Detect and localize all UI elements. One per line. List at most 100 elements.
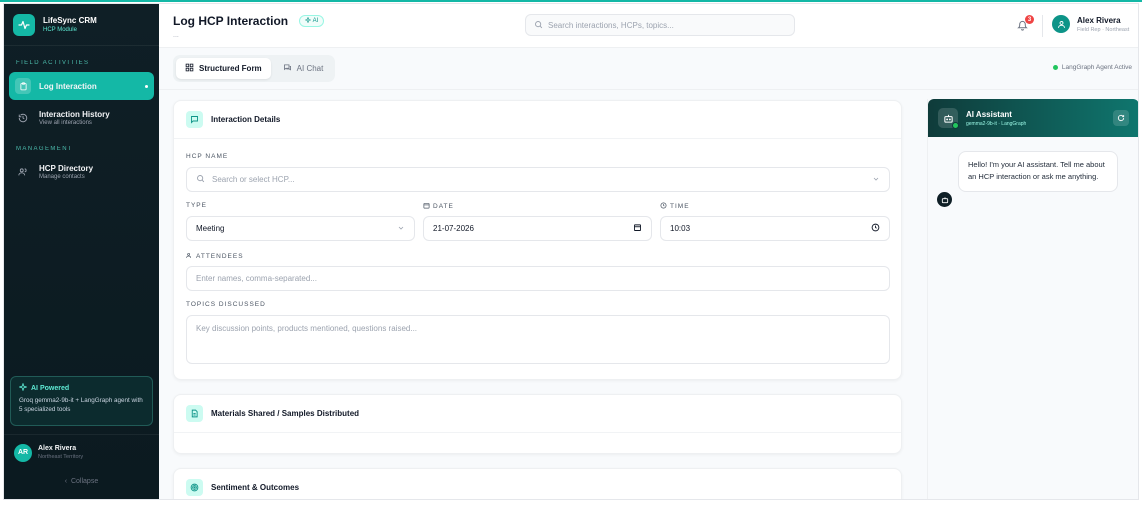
notification-badge: 3 <box>1025 15 1034 24</box>
sidebar-item-label: HCP Directory <box>39 164 94 173</box>
search-input[interactable]: Search interactions, HCPs, topics... <box>548 21 674 30</box>
users-icon <box>15 164 31 180</box>
sidebar-user[interactable]: AR Alex Rivera Northeast Territory <box>4 434 159 470</box>
tab-structured-form[interactable]: Structured Form <box>176 58 271 79</box>
top-accent-line <box>0 0 1142 2</box>
attendees-input[interactable]: Enter names, comma-separated... <box>196 274 317 283</box>
card-title: Sentiment & Outcomes <box>211 483 300 492</box>
section-label-field-activities: FIELD ACTIVITIES <box>16 60 90 66</box>
card-header[interactable]: Materials Shared / Samples Distributed <box>174 395 901 433</box>
assistant-message: Hello! I'm your AI assistant. Tell me ab… <box>958 151 1118 192</box>
card-header: Interaction Details <box>174 101 901 139</box>
user-role: Field Rep · Northeast <box>1077 26 1130 33</box>
message-square-icon <box>186 111 203 128</box>
chat-icon <box>283 63 292 74</box>
sidebar-item-hcp-directory[interactable]: HCP Directory Manage contacts <box>9 158 154 186</box>
ai-powered-card: AI Powered Groq gemma2-9b-it + LangGraph… <box>10 376 153 426</box>
sparkle-icon <box>18 382 28 393</box>
type-select[interactable]: Meeting <box>186 216 415 241</box>
user-avatar-icon <box>1052 15 1070 33</box>
grid-icon <box>185 63 194 74</box>
hcp-search-input[interactable]: Search or select HCP... <box>212 175 295 184</box>
user-menu[interactable]: Alex Rivera Field Rep · Northeast <box>1052 15 1129 33</box>
topics-label: TOPICS DISCUSSED <box>186 301 266 308</box>
chevron-down-icon <box>397 224 405 234</box>
topics-input[interactable]: Key discussion points, products mentione… <box>196 324 417 333</box>
calendar-icon <box>423 202 430 211</box>
search-icon <box>196 174 205 185</box>
type-label: TYPE <box>186 202 207 209</box>
hcp-search-field[interactable]: Search or select HCP... <box>186 167 890 192</box>
ai-assistant-panel: AI Assistant gemma2-9b-it · LangGraph He… <box>927 99 1138 499</box>
time-field[interactable]: 10:03 <box>660 216 890 241</box>
ai-chip: AI <box>298 15 325 27</box>
target-icon <box>186 479 203 496</box>
mode-bar: Structured Form AI Chat LangGraph Agent … <box>159 48 1138 90</box>
sidebar-item-sublabel: Manage contacts <box>39 174 85 180</box>
topics-textarea[interactable]: Key discussion points, products mentione… <box>186 315 890 364</box>
pulse-logo-icon <box>13 13 35 36</box>
calendar-picker-icon[interactable] <box>633 223 642 234</box>
sentiment-card[interactable]: Sentiment & Outcomes <box>173 468 902 499</box>
bot-avatar-icon <box>937 192 952 207</box>
global-search[interactable]: Search interactions, HCPs, topics... <box>525 14 795 36</box>
brand-subtitle: HCP Module <box>43 27 77 33</box>
materials-card[interactable]: Materials Shared / Samples Distributed <box>173 394 902 454</box>
section-label-management: MANAGEMENT <box>16 146 74 152</box>
chevron-down-icon <box>872 175 880 185</box>
bot-icon <box>938 108 959 129</box>
clipboard-icon <box>15 78 31 94</box>
active-indicator-dot <box>145 84 148 88</box>
sidebar-item-label: Log Interaction <box>39 81 97 91</box>
ai-powered-title: AI Powered <box>18 382 144 393</box>
ai-assistant-title: AI Assistant <box>966 109 1012 119</box>
sidebar: LifeSync CRM HCP Module FIELD ACTIVITIES… <box>4 4 159 499</box>
time-label: TIME <box>660 202 690 211</box>
tab-ai-chat[interactable]: AI Chat <box>274 58 333 79</box>
interaction-details-card: Interaction Details HCP NAME Search or s… <box>173 100 902 380</box>
date-field[interactable]: 21-07-2026 <box>423 216 652 241</box>
ai-model-label: gemma2-9b-it · LangGraph <box>966 120 1027 127</box>
mode-tabs: Structured Form AI Chat <box>173 55 336 82</box>
type-value: Meeting <box>196 224 225 233</box>
time-value: 10:03 <box>670 224 691 233</box>
sidebar-item-log-interaction[interactable]: Log Interaction <box>9 72 154 100</box>
hcp-name-label: HCP NAME <box>186 153 229 160</box>
top-header: Log HCP Interaction AI ... Search intera… <box>159 4 1138 48</box>
avatar: AR <box>14 443 32 462</box>
attendees-field[interactable]: Enter names, comma-separated... <box>186 266 890 291</box>
user-territory: Northeast Territory <box>38 454 84 460</box>
notifications-button[interactable]: 3 <box>1017 15 1034 32</box>
file-icon <box>186 405 203 422</box>
ai-assistant-header: AI Assistant gemma2-9b-it · LangGraph <box>928 99 1138 137</box>
user-name: Alex Rivera <box>38 445 77 452</box>
clock-picker-icon[interactable] <box>871 223 880 234</box>
status-dot <box>1052 65 1058 70</box>
brand[interactable]: LifeSync CRM HCP Module <box>4 4 159 46</box>
collapse-button[interactable]: ‹ Collapse <box>4 478 159 485</box>
refresh-icon <box>1117 109 1125 127</box>
clock-icon <box>660 202 667 211</box>
chevron-left-icon: ‹ <box>64 478 68 485</box>
sidebar-item-label: Interaction History <box>39 110 110 119</box>
refresh-button[interactable] <box>1113 110 1129 126</box>
brand-title: LifeSync CRM <box>43 16 97 25</box>
search-icon <box>534 16 543 34</box>
app-frame: LifeSync CRM HCP Module FIELD ACTIVITIES… <box>3 3 1139 500</box>
agent-status: LangGraph Agent Active <box>1052 64 1132 71</box>
user-name: Alex Rivera <box>1077 15 1121 25</box>
card-title: Materials Shared / Samples Distributed <box>211 409 360 418</box>
page-subtitle: ... <box>173 32 179 39</box>
header-divider <box>1042 15 1043 37</box>
date-label: DATE <box>423 202 454 211</box>
date-value: 21-07-2026 <box>433 224 474 233</box>
users-icon <box>186 252 193 261</box>
page-title: Log HCP Interaction <box>173 14 289 28</box>
sidebar-item-sublabel: View all interactions <box>39 120 92 126</box>
attendees-label: ATTENDEES <box>186 252 244 261</box>
card-header[interactable]: Sentiment & Outcomes <box>174 469 901 499</box>
sparkle-icon <box>304 16 312 25</box>
card-title: Interaction Details <box>211 115 281 124</box>
sidebar-item-interaction-history[interactable]: Interaction History View all interaction… <box>9 104 154 132</box>
history-icon <box>15 110 31 126</box>
